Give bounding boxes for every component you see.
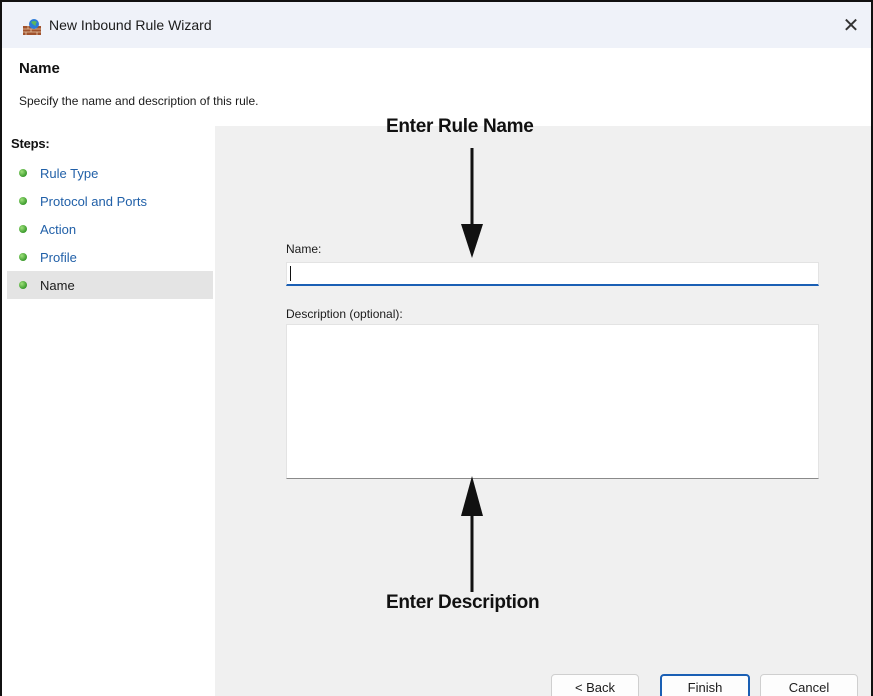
finish-button[interactable]: Finish <box>660 674 750 696</box>
green-dot-icon <box>19 225 27 233</box>
page-subtitle: Specify the name and description of this… <box>19 94 259 108</box>
page-header: Name Specify the name and description of… <box>2 48 871 126</box>
green-dot-icon <box>19 169 27 177</box>
rule-name-input[interactable] <box>286 262 819 286</box>
step-label: Rule Type <box>40 165 99 181</box>
annotation-enter-description: Enter Description <box>386 592 540 613</box>
back-button[interactable]: < Back <box>551 674 639 696</box>
form-area: Enter Rule Name Name: Description (optio… <box>215 116 871 696</box>
green-dot-icon <box>19 197 27 205</box>
title-bar: New Inbound Rule Wizard ✕ <box>2 2 871 48</box>
step-action[interactable]: Action <box>7 215 213 243</box>
annotation-enter-rule-name: Enter Rule Name <box>386 116 534 137</box>
window-title: New Inbound Rule Wizard <box>49 17 212 33</box>
description-label: Description (optional): <box>286 307 403 321</box>
name-label: Name: <box>286 242 322 256</box>
step-label: Protocol and Ports <box>40 193 147 209</box>
wizard-body: Steps: Rule Type Protocol and Ports Acti… <box>2 116 871 696</box>
close-icon[interactable]: ✕ <box>831 2 871 48</box>
steps-panel: Steps: Rule Type Protocol and Ports Acti… <box>2 126 215 696</box>
step-protocol-and-ports[interactable]: Protocol and Ports <box>7 187 213 215</box>
arrow-up-icon <box>461 476 483 592</box>
step-rule-type[interactable]: Rule Type <box>7 159 213 187</box>
step-label: Name <box>40 277 75 293</box>
arrow-down-icon <box>461 148 483 258</box>
step-label: Action <box>40 221 77 237</box>
step-label: Profile <box>40 249 77 265</box>
cancel-button[interactable]: Cancel <box>760 674 858 696</box>
steps-heading: Steps: <box>11 136 50 151</box>
description-textarea[interactable] <box>286 324 819 479</box>
page-title: Name <box>19 60 60 77</box>
step-name[interactable]: Name <box>7 271 213 299</box>
wizard-window: New Inbound Rule Wizard ✕ Name Specify t… <box>0 0 873 696</box>
firewall-wizard-icon <box>23 19 41 35</box>
green-dot-icon <box>19 281 27 289</box>
step-profile[interactable]: Profile <box>7 243 213 271</box>
green-dot-icon <box>19 253 27 261</box>
text-caret <box>290 266 291 281</box>
